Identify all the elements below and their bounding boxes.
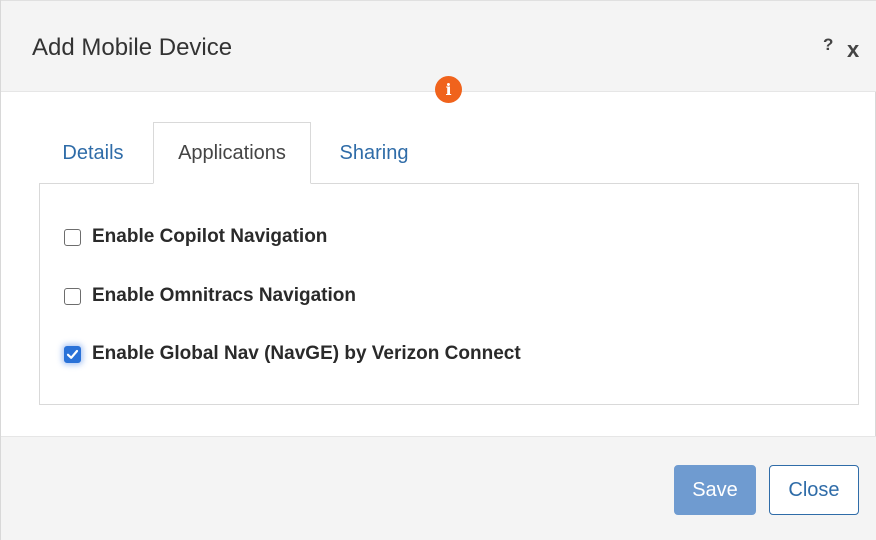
tab-details[interactable]: Details [39,122,147,184]
dialog-header: Add Mobile Device ? x [1,0,876,92]
option-copilot-navigation[interactable]: Enable Copilot Navigation [64,226,327,248]
option-global-nav[interactable]: Enable Global Nav (NavGE) by Verizon Con… [64,343,521,365]
global-nav-checkbox[interactable] [64,345,81,363]
tab-bar: Details Applications Sharing [39,122,859,184]
option-label[interactable]: Enable Copilot Navigation [92,226,327,248]
add-mobile-device-dialog: Add Mobile Device ? x i Details Applicat… [0,0,876,540]
omnitracs-navigation-checkbox[interactable] [64,287,81,305]
option-label[interactable]: Enable Omnitracs Navigation [92,285,356,307]
option-omnitracs-navigation[interactable]: Enable Omnitracs Navigation [64,285,356,307]
checkmark-icon [66,349,79,359]
help-icon[interactable]: ? [823,35,833,55]
dialog-title: Add Mobile Device [32,34,233,61]
copilot-navigation-checkbox[interactable] [64,228,81,246]
info-icon[interactable]: i [435,76,462,103]
close-icon[interactable]: x [847,37,859,63]
option-label[interactable]: Enable Global Nav (NavGE) by Verizon Con… [92,343,521,365]
tab-applications[interactable]: Applications [153,122,311,184]
applications-panel: Enable Copilot Navigation Enable Omnitra… [39,183,859,405]
save-button[interactable]: Save [674,465,756,515]
close-button[interactable]: Close [769,465,859,515]
tab-sharing[interactable]: Sharing [319,122,429,184]
